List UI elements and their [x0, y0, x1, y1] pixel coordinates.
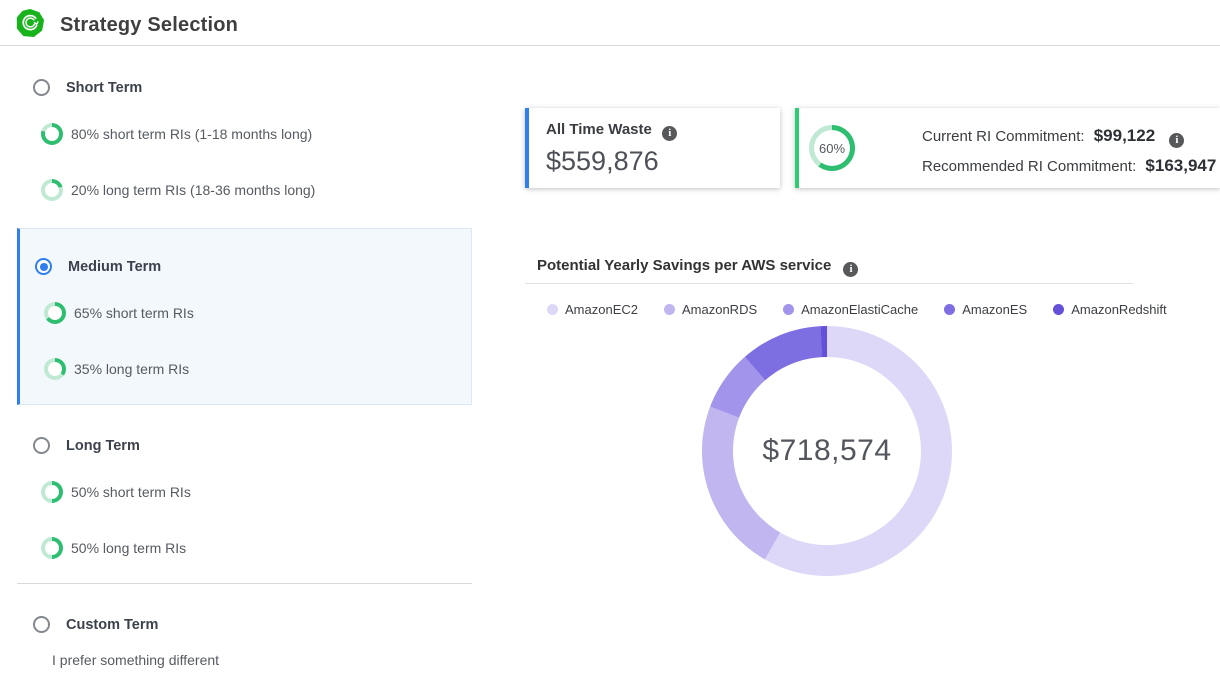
legend-dot — [783, 304, 794, 315]
waste-card-title: All Time Waste — [546, 121, 652, 138]
current-ri-value: $99,122 — [1094, 126, 1155, 145]
progress-ring-long-2 — [41, 537, 63, 559]
radio-medium-term[interactable] — [35, 258, 52, 275]
app-header: Strategy Selection — [0, 0, 1220, 46]
card-accent-bar — [795, 108, 799, 188]
strategy-item-label: 50% long term RIs — [71, 540, 186, 556]
progress-ring-short-2 — [41, 179, 63, 201]
radio-custom-term[interactable] — [33, 616, 50, 633]
legend-item-amazones[interactable]: AmazonES — [944, 302, 1027, 317]
progress-ring-short-1 — [41, 123, 63, 145]
progress-ring-medium-2 — [44, 358, 66, 380]
progress-ring-medium-1 — [44, 302, 66, 324]
chart-divider — [525, 283, 1133, 284]
waste-card-value: $559,876 — [546, 146, 659, 177]
legend-dot — [1053, 304, 1064, 315]
info-icon[interactable]: i — [843, 262, 858, 277]
strategy-item-label: 50% short term RIs — [71, 484, 191, 500]
brand-logo-icon — [16, 9, 44, 37]
info-icon[interactable]: i — [662, 126, 677, 141]
strategy-label-short-term[interactable]: Short Term — [66, 80, 142, 96]
section-divider — [17, 583, 472, 584]
recommended-ri-value: $163,947 — [1145, 156, 1216, 175]
recommended-ri-label: Recommended RI Commitment: — [922, 158, 1136, 175]
strategy-label-custom-term[interactable]: Custom Term — [66, 617, 158, 633]
savings-donut-chart[interactable]: $718,574 — [702, 326, 952, 576]
legend-item-amazonelasticache[interactable]: AmazonElastiCache — [783, 302, 918, 317]
legend-item-amazonrds[interactable]: AmazonRDS — [664, 302, 757, 317]
commitment-percent-label: 60% — [814, 130, 850, 166]
card-accent-bar — [525, 108, 529, 188]
info-icon[interactable]: i — [1169, 133, 1184, 148]
all-time-waste-card: All Time Waste i $559,876 — [525, 108, 780, 188]
strategy-item-label: 65% short term RIs — [74, 305, 194, 321]
chart-legend: AmazonEC2 AmazonRDS AmazonElastiCache Am… — [547, 302, 1167, 317]
custom-term-description: I prefer something different — [52, 652, 219, 668]
donut-hole: $718,574 — [733, 357, 921, 545]
legend-item-amazonredshift[interactable]: AmazonRedshift — [1053, 302, 1166, 317]
commitment-percent-ring: 60% — [809, 125, 855, 171]
strategy-item-label: 35% long term RIs — [74, 361, 189, 377]
radio-long-term[interactable] — [33, 437, 50, 454]
strategy-label-medium-term[interactable]: Medium Term — [68, 259, 161, 275]
page-title: Strategy Selection — [60, 14, 238, 37]
legend-item-amazonec2[interactable]: AmazonEC2 — [547, 302, 638, 317]
legend-dot — [944, 304, 955, 315]
progress-ring-long-1 — [41, 481, 63, 503]
radio-short-term[interactable] — [33, 79, 50, 96]
ri-commitment-card: 60% Current RI Commitment: $99,122 i Rec… — [795, 108, 1220, 188]
strategy-label-long-term[interactable]: Long Term — [66, 438, 140, 454]
donut-center-value: $718,574 — [762, 434, 891, 468]
legend-dot — [547, 304, 558, 315]
chart-title: Potential Yearly Savings per AWS service… — [537, 257, 858, 277]
strategy-item-label: 80% short term RIs (1-18 months long) — [71, 126, 312, 142]
legend-dot — [664, 304, 675, 315]
current-ri-label: Current RI Commitment: — [922, 128, 1085, 145]
strategy-item-label: 20% long term RIs (18-36 months long) — [71, 182, 315, 198]
